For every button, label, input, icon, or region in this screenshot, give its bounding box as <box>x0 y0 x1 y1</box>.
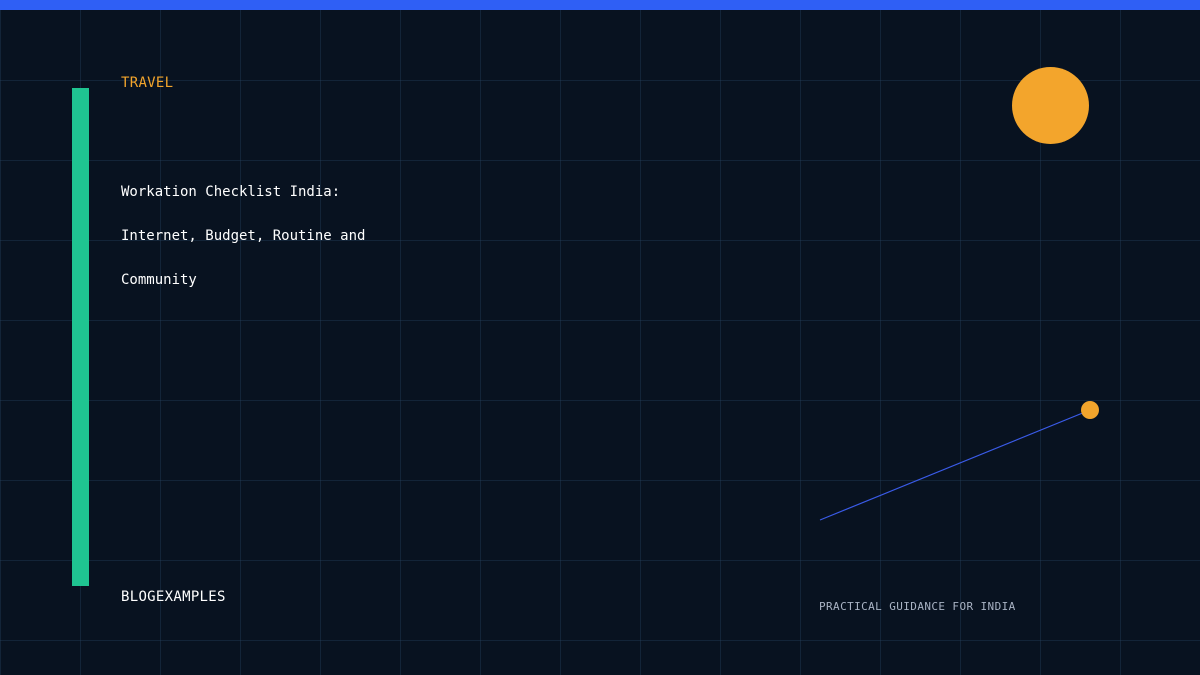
diagonal-line <box>819 409 1091 521</box>
hero-card: TRAVEL Workation Checklist India: Intern… <box>0 0 1200 675</box>
decorative-line-graphic <box>819 401 1099 521</box>
line-end-dot-icon <box>1081 401 1099 419</box>
